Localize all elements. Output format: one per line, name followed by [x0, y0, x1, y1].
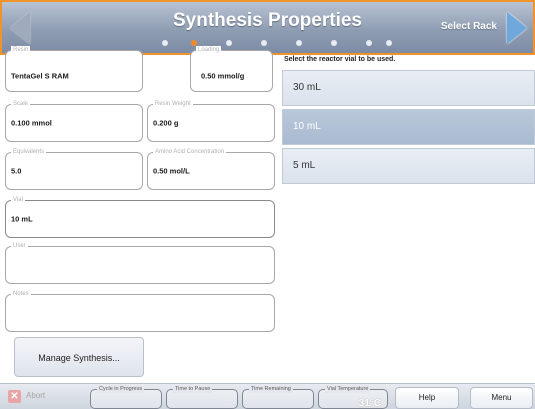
page-dot [226, 40, 232, 46]
page-dot [331, 40, 337, 46]
vial-select-prompt: Select the reactor vial to be used. [284, 56, 396, 63]
scale-value: 0.100 mmol [11, 118, 52, 128]
vial-temperature-legend: Vial Temperature [325, 385, 371, 393]
bottom-status-bar: ✕ Abort Cycle in Progress ... Time to Pa… [0, 383, 535, 409]
amino-acid-concentration-value: 0.50 mol/L [153, 166, 190, 176]
amino-acid-concentration-field[interactable]: Amino Acid Concentration 0.50 mol/L [147, 148, 275, 190]
user-legend: User [11, 242, 28, 250]
equivalents-value: 5.0 [11, 166, 22, 176]
time-remaining-box: Time Remaining ... [242, 385, 314, 409]
page-dot [386, 40, 392, 46]
vial-temperature-box: Vial Temperature 31°C [318, 385, 388, 409]
scale-field[interactable]: Scale 0.100 mmol [5, 100, 143, 142]
loading-legend: Loading [196, 46, 222, 54]
loading-field[interactable]: Loading 0.50 mmol/g [190, 46, 273, 92]
time-to-pause-box: Time to Pause ... [166, 385, 238, 409]
scale-legend: Scale [11, 100, 31, 108]
title-bar: Synthesis Properties Select Rack [0, 0, 535, 55]
resin-weight-legend: Resin Weight [153, 100, 193, 108]
amino-acid-concentration-legend: Amino Acid Concentration [153, 148, 227, 156]
page-dot [261, 40, 267, 46]
page-dot [366, 40, 372, 46]
resin-weight-value: 0.200 g [153, 118, 179, 128]
manage-synthesis-button[interactable]: Manage Synthesis... [14, 337, 144, 377]
resin-weight-field[interactable]: Resin Weight 0.200 g [147, 100, 275, 142]
select-rack-label[interactable]: Select Rack [441, 21, 497, 32]
vial-option-10ml[interactable]: 10 mL [282, 109, 535, 145]
next-arrow-icon[interactable] [507, 12, 527, 44]
time-remaining-value: ... [301, 400, 307, 407]
page-indicator-dots [156, 38, 396, 48]
vial-value: 10 mL [11, 214, 33, 224]
page-dot [162, 40, 168, 46]
cycle-in-progress-legend: Cycle in Progress [97, 385, 145, 393]
menu-button[interactable]: Menu [470, 387, 533, 409]
close-icon: ✕ [8, 390, 21, 403]
abort-label: Abort [26, 391, 46, 400]
resin-legend: Resin [11, 46, 31, 54]
help-button[interactable]: Help [395, 387, 459, 409]
resin-field[interactable]: Resin TentaGel S RAM [5, 46, 143, 92]
page-dot [296, 40, 302, 46]
user-field[interactable]: User [5, 242, 275, 284]
cycle-in-progress-value: ... [149, 400, 155, 407]
time-remaining-legend: Time Remaining [249, 385, 293, 393]
notes-field[interactable]: Notes [5, 290, 275, 332]
vial-temperature-value: 31°C [358, 398, 381, 409]
equivalents-legend: Equivalents [11, 148, 47, 156]
vial-option-5ml[interactable]: 5 mL [282, 148, 535, 184]
vial-legend: Vial [11, 196, 25, 204]
time-to-pause-legend: Time to Pause [173, 385, 213, 393]
time-to-pause-value: ... [225, 400, 231, 407]
vial-field[interactable]: Vial 10 mL [5, 196, 275, 238]
cycle-in-progress-box: Cycle in Progress ... [90, 385, 162, 409]
vial-option-30ml[interactable]: 30 mL [282, 70, 535, 106]
equivalents-field[interactable]: Equivalents 5.0 [5, 148, 143, 190]
notes-legend: Notes [11, 290, 31, 298]
loading-value: 0.50 mmol/g [201, 71, 245, 81]
resin-value: TentaGel S RAM [11, 71, 69, 81]
